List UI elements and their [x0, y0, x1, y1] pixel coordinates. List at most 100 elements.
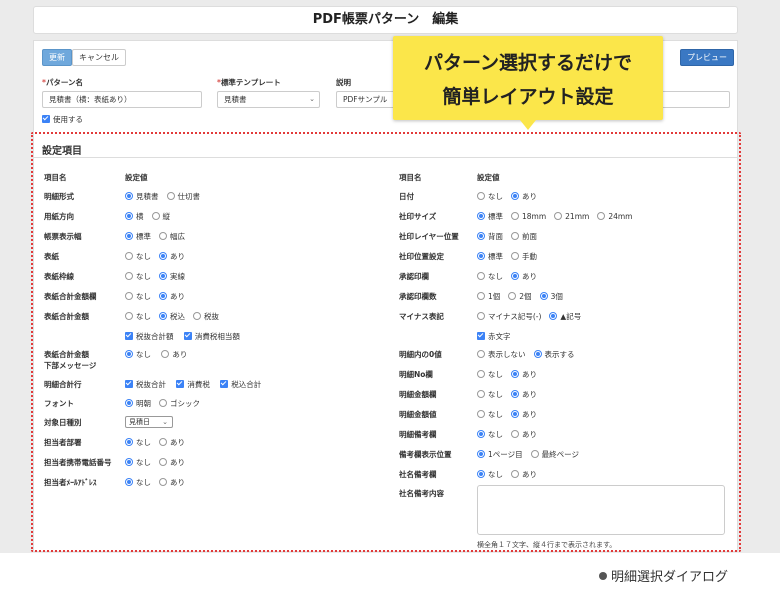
radio-option[interactable]: 1個 [477, 291, 500, 302]
preview-button[interactable]: プレビュー [680, 49, 734, 66]
setting-row: 承認印欄 なし あり [399, 271, 729, 283]
radio-option[interactable]: なし [477, 469, 503, 480]
setting-label: フォント [44, 399, 74, 408]
setting-options: なし あり [125, 477, 193, 488]
radio-option[interactable]: なし [125, 437, 151, 448]
radio-option[interactable]: ゴシック [159, 398, 200, 409]
radio-option[interactable]: 3個 [539, 291, 563, 302]
template-select[interactable]: 見積書 ⌄ [217, 91, 320, 108]
checkbox-option[interactable]: 税込合計 [220, 379, 261, 390]
radio-option[interactable]: 表示しない [477, 349, 526, 360]
radio-option[interactable]: 税込 [159, 311, 185, 322]
radio-selected-icon [125, 478, 133, 486]
setting-options: なし あり [125, 291, 193, 302]
setting-row: 明細金額欄 なし あり [399, 389, 729, 401]
radio-option[interactable]: なし [477, 191, 503, 202]
radio-selected-icon [477, 232, 485, 240]
setting-row: 表紙合計金額 なし 税込 税抜 [44, 311, 374, 323]
update-button[interactable]: 更新 [42, 49, 72, 66]
radio-option[interactable]: 明朝 [125, 398, 151, 409]
radio-selected-icon [125, 192, 133, 200]
radio-option[interactable]: なし [125, 271, 151, 282]
radio-icon [597, 212, 606, 220]
radio-option[interactable]: 標準 [477, 211, 503, 222]
radio-option[interactable]: なし [125, 477, 151, 488]
setting-label: 社印位置設定 [399, 252, 444, 261]
radio-option[interactable]: あり [159, 477, 185, 488]
cover-message-row: 表紙合計金額 下部メッセージ なし あり [44, 349, 304, 371]
setting-options: なし 税込 税抜 [125, 311, 227, 322]
radio-option[interactable]: あり [511, 369, 537, 380]
radio-option[interactable]: 見積書 [125, 191, 159, 202]
radio-option[interactable]: 標準 [125, 231, 151, 242]
radio-icon [511, 212, 519, 220]
checkbox-option[interactable]: 消費税 [176, 379, 210, 390]
radio-option[interactable]: あり [159, 291, 185, 302]
radio-icon [159, 232, 167, 240]
radio-option[interactable]: あり [159, 251, 185, 262]
radio-option[interactable]: 2個 [508, 291, 532, 302]
use-checkbox[interactable]: 使用する [42, 114, 83, 125]
radio-option[interactable]: あり [511, 429, 537, 440]
radio-option[interactable]: あり [159, 437, 185, 448]
setting-row: 担当者ﾒｰﾙｱﾄﾞﾚｽ なし あり [44, 477, 374, 489]
cover-message-options: なし あり [125, 349, 195, 360]
radio-option[interactable]: なし [125, 291, 151, 302]
radio-option[interactable]: あり [511, 409, 537, 420]
template-label: *標準テンプレート [217, 78, 281, 87]
radio-option[interactable]: 実線 [159, 271, 185, 282]
radio-option[interactable]: なし [125, 457, 151, 468]
radio-option[interactable]: ▲記号 [549, 311, 581, 322]
setting-options: なし あり [477, 409, 545, 420]
radio-selected-icon [533, 350, 542, 358]
setting-label: 明細備考欄 [399, 430, 437, 439]
radio-option[interactable]: 1ページ目 [477, 449, 523, 460]
radio-option[interactable]: 税抜 [193, 311, 219, 322]
radio-option[interactable]: 仕切書 [166, 191, 200, 202]
radio-option[interactable]: 手動 [511, 251, 537, 262]
cancel-button[interactable]: キャンセル [72, 49, 126, 66]
radio-option[interactable]: 横 [125, 211, 144, 222]
checkbox-checked-icon [220, 380, 229, 388]
radio-icon [166, 192, 175, 200]
radio-option[interactable]: あり [159, 457, 185, 468]
radio-selected-icon [511, 390, 519, 398]
radio-option[interactable]: あり [161, 349, 187, 360]
setting-options: なし あり [477, 389, 545, 400]
checkbox-option[interactable]: 消費税相当額 [183, 331, 240, 342]
radio-option[interactable]: なし [125, 251, 151, 262]
radio-option[interactable]: あり [511, 469, 537, 480]
radio-option[interactable]: 前面 [511, 231, 537, 242]
radio-option[interactable]: なし [477, 389, 503, 400]
radio-option[interactable]: 背面 [477, 231, 503, 242]
radio-option[interactable]: なし [477, 409, 503, 420]
radio-option[interactable]: なし [477, 271, 503, 282]
callout-bubble: パターン選択するだけで 簡単レイアウト設定 [393, 36, 663, 130]
pattern-name-input[interactable]: 見積書（横：表紙あり） [42, 91, 202, 108]
checkbox-option[interactable]: 赤文字 [477, 331, 511, 342]
radio-option[interactable]: マイナス記号(-) [477, 311, 541, 322]
radio-option[interactable]: 標準 [477, 251, 503, 262]
radio-option[interactable]: 表示する [533, 349, 575, 360]
radio-option[interactable]: 24mm [597, 212, 632, 221]
checkbox-checked-icon [125, 332, 133, 340]
setting-row: 担当者部署 なし あり [44, 437, 374, 449]
radio-selected-icon [125, 350, 133, 358]
date-type-select[interactable]: 見積日 ⌄ [125, 416, 173, 428]
checkbox-option[interactable]: 税抜合計額 [125, 331, 174, 342]
radio-option[interactable]: あり [511, 271, 537, 282]
radio-option[interactable]: あり [511, 191, 537, 202]
radio-option[interactable]: 幅広 [159, 231, 185, 242]
radio-option[interactable]: 最終ページ [530, 449, 579, 460]
radio-option[interactable]: 21mm [554, 212, 589, 221]
remark-textarea[interactable] [477, 485, 725, 535]
radio-option[interactable]: なし [477, 429, 503, 440]
radio-option[interactable]: あり [511, 389, 537, 400]
radio-option[interactable]: なし [477, 369, 503, 380]
radio-option[interactable]: 縦 [151, 211, 170, 222]
radio-option[interactable]: なし [125, 311, 151, 322]
radio-option[interactable]: なし [125, 349, 151, 360]
red-text-row: 赤文字 [477, 331, 577, 343]
checkbox-option[interactable]: 税抜合計 [125, 379, 166, 390]
radio-option[interactable]: 18mm [511, 212, 546, 221]
